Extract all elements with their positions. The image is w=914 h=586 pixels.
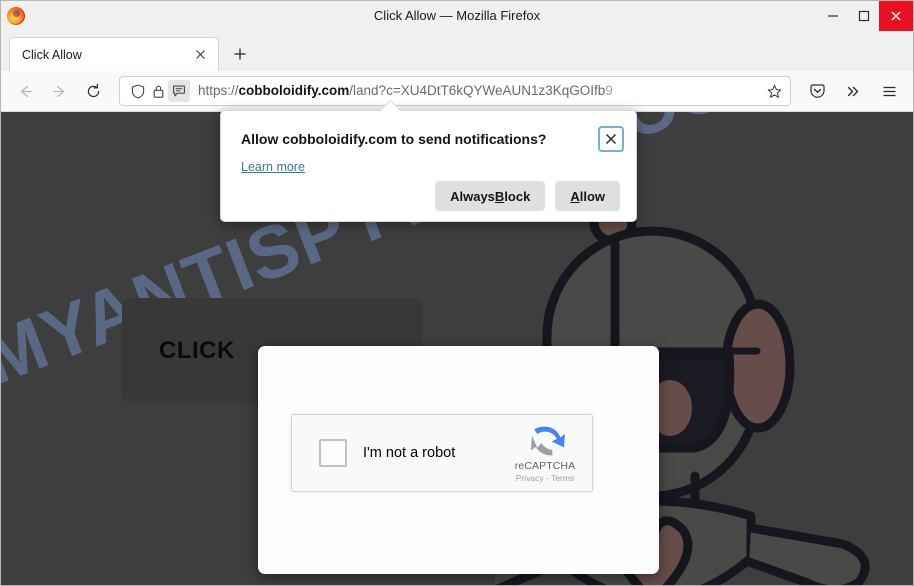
reload-button[interactable]	[77, 75, 109, 107]
block-button-prefix: Always	[450, 188, 495, 204]
block-button-accesskey: B	[494, 188, 505, 204]
recaptcha-checkbox[interactable]	[319, 439, 347, 467]
url-text[interactable]: https://cobboloidify.com/land?c=XU4DtT6k…	[198, 77, 762, 105]
app-menu-hamburger-icon[interactable]	[873, 75, 905, 107]
forward-button[interactable]	[43, 75, 75, 107]
overflow-chevrons-icon[interactable]	[837, 75, 869, 107]
url-path: /land?c=XU4DtT6kQYWeAUN1z3KqGOIfb	[349, 83, 606, 98]
notification-permission-icon[interactable]	[168, 80, 190, 102]
dialog-title: Allow cobboloidify.com to send notificat…	[241, 131, 547, 147]
firefox-logo-icon	[7, 7, 25, 25]
new-tab-button[interactable]	[225, 39, 255, 69]
maximize-button[interactable]	[848, 1, 879, 31]
tracking-protection-icon[interactable]	[128, 80, 148, 102]
tab-close-icon[interactable]	[190, 45, 210, 65]
url-host: cobboloidify.com	[238, 83, 350, 98]
recaptcha-logo-icon	[530, 426, 565, 456]
close-window-button[interactable]	[879, 1, 913, 31]
bookmark-star-icon[interactable]	[762, 79, 786, 103]
dialog-actions: Always Block Allow	[435, 181, 620, 211]
recaptcha-privacy-link[interactable]: Privacy	[516, 473, 544, 483]
address-bar[interactable]: https://cobboloidify.com/land?c=XU4DtT6k…	[119, 76, 791, 106]
notification-permission-dialog: Allow cobboloidify.com to send notificat…	[220, 99, 637, 222]
click-box-text: CLICK	[159, 336, 235, 364]
allow-button-suffix: llow	[579, 188, 605, 204]
recaptcha-label: I'm not a robot	[363, 445, 456, 461]
pocket-icon[interactable]	[801, 75, 833, 107]
dialog-close-icon[interactable]	[598, 126, 624, 152]
always-block-button[interactable]: Always Block	[435, 181, 546, 211]
window-controls	[817, 1, 913, 31]
recaptcha-terms-link[interactable]: Terms	[551, 473, 574, 483]
url-tail: 9	[605, 83, 613, 98]
captcha-panel: I'm not a robot reCAPTCHA Privacy - Term…	[258, 346, 659, 574]
allow-button-accesskey: A	[570, 188, 580, 204]
recaptcha-legal-links[interactable]: Privacy - Terms	[504, 473, 586, 483]
minimize-button[interactable]	[817, 1, 848, 31]
dialog-header: Allow cobboloidify.com to send notificat…	[221, 111, 636, 152]
window-title: Click Allow — Mozilla Firefox	[373, 8, 541, 23]
toolbar-right-group	[801, 75, 905, 107]
title-bar: Click Allow — Mozilla Firefox	[1, 1, 913, 31]
lock-icon[interactable]	[148, 80, 168, 102]
navigation-toolbar: https://cobboloidify.com/land?c=XU4DtT6k…	[1, 71, 913, 112]
block-button-suffix: lock	[504, 188, 531, 204]
recaptcha-widget[interactable]: I'm not a robot reCAPTCHA Privacy - Term…	[291, 414, 593, 492]
browser-tab[interactable]: Click Allow	[9, 37, 219, 71]
recaptcha-branding: reCAPTCHA Privacy - Terms	[504, 423, 586, 483]
url-scheme: https://	[198, 83, 239, 98]
tab-strip: Click Allow	[1, 31, 913, 71]
back-button[interactable]	[9, 75, 41, 107]
allow-button[interactable]: Allow	[555, 181, 620, 211]
tab-title: Click Allow	[22, 47, 82, 62]
recaptcha-brand-name: reCAPTCHA	[514, 460, 576, 472]
recaptcha-link-separator: -	[546, 473, 549, 483]
firefox-browser-window: Click Allow — Mozilla Firefox Click Allo…	[0, 0, 914, 586]
learn-more-link[interactable]: Learn more	[241, 160, 305, 174]
